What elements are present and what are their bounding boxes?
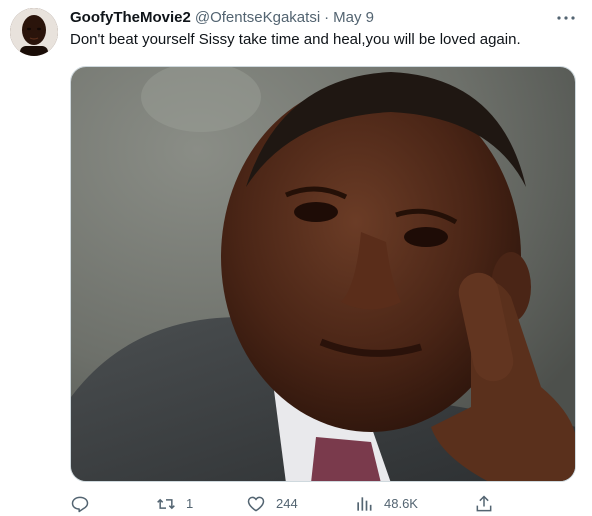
views-button[interactable]: 48.6K	[354, 492, 418, 516]
like-button[interactable]: 244	[246, 492, 298, 516]
header-separator: ·	[324, 9, 330, 26]
retweet-icon	[157, 498, 175, 510]
avatar-image	[10, 8, 58, 56]
tweet-header: GoofyTheMovie2 @OfentseKgakatsi · May 9	[70, 8, 374, 28]
views-icon	[357, 497, 372, 511]
display-name[interactable]: GoofyTheMovie2	[70, 8, 191, 28]
tweet-date[interactable]: May 9	[333, 8, 374, 28]
photo	[71, 67, 575, 481]
share-button[interactable]	[474, 492, 494, 516]
tweet-text: Don't beat yourself Sissy take time and …	[70, 31, 521, 48]
avatar[interactable]	[10, 8, 58, 56]
tweet-media-image[interactable]	[70, 66, 576, 482]
retweet-button[interactable]: 1	[156, 492, 193, 516]
heart-icon	[247, 496, 265, 512]
reply-icon	[71, 496, 89, 513]
retweet-count: 1	[186, 496, 194, 511]
view-count: 48.6K	[384, 496, 418, 511]
reply-button[interactable]	[70, 492, 100, 516]
tweet[interactable]: GoofyTheMovie2 @OfentseKgakatsi · May 9 …	[0, 0, 592, 516]
user-handle[interactable]: @OfentseKgakatsi	[195, 8, 320, 28]
share-icon	[476, 495, 492, 512]
tweet-actions: 1 244 48.6K	[70, 492, 510, 516]
like-count: 244	[276, 496, 298, 511]
more-icon	[557, 16, 575, 20]
more-button[interactable]	[556, 8, 576, 28]
